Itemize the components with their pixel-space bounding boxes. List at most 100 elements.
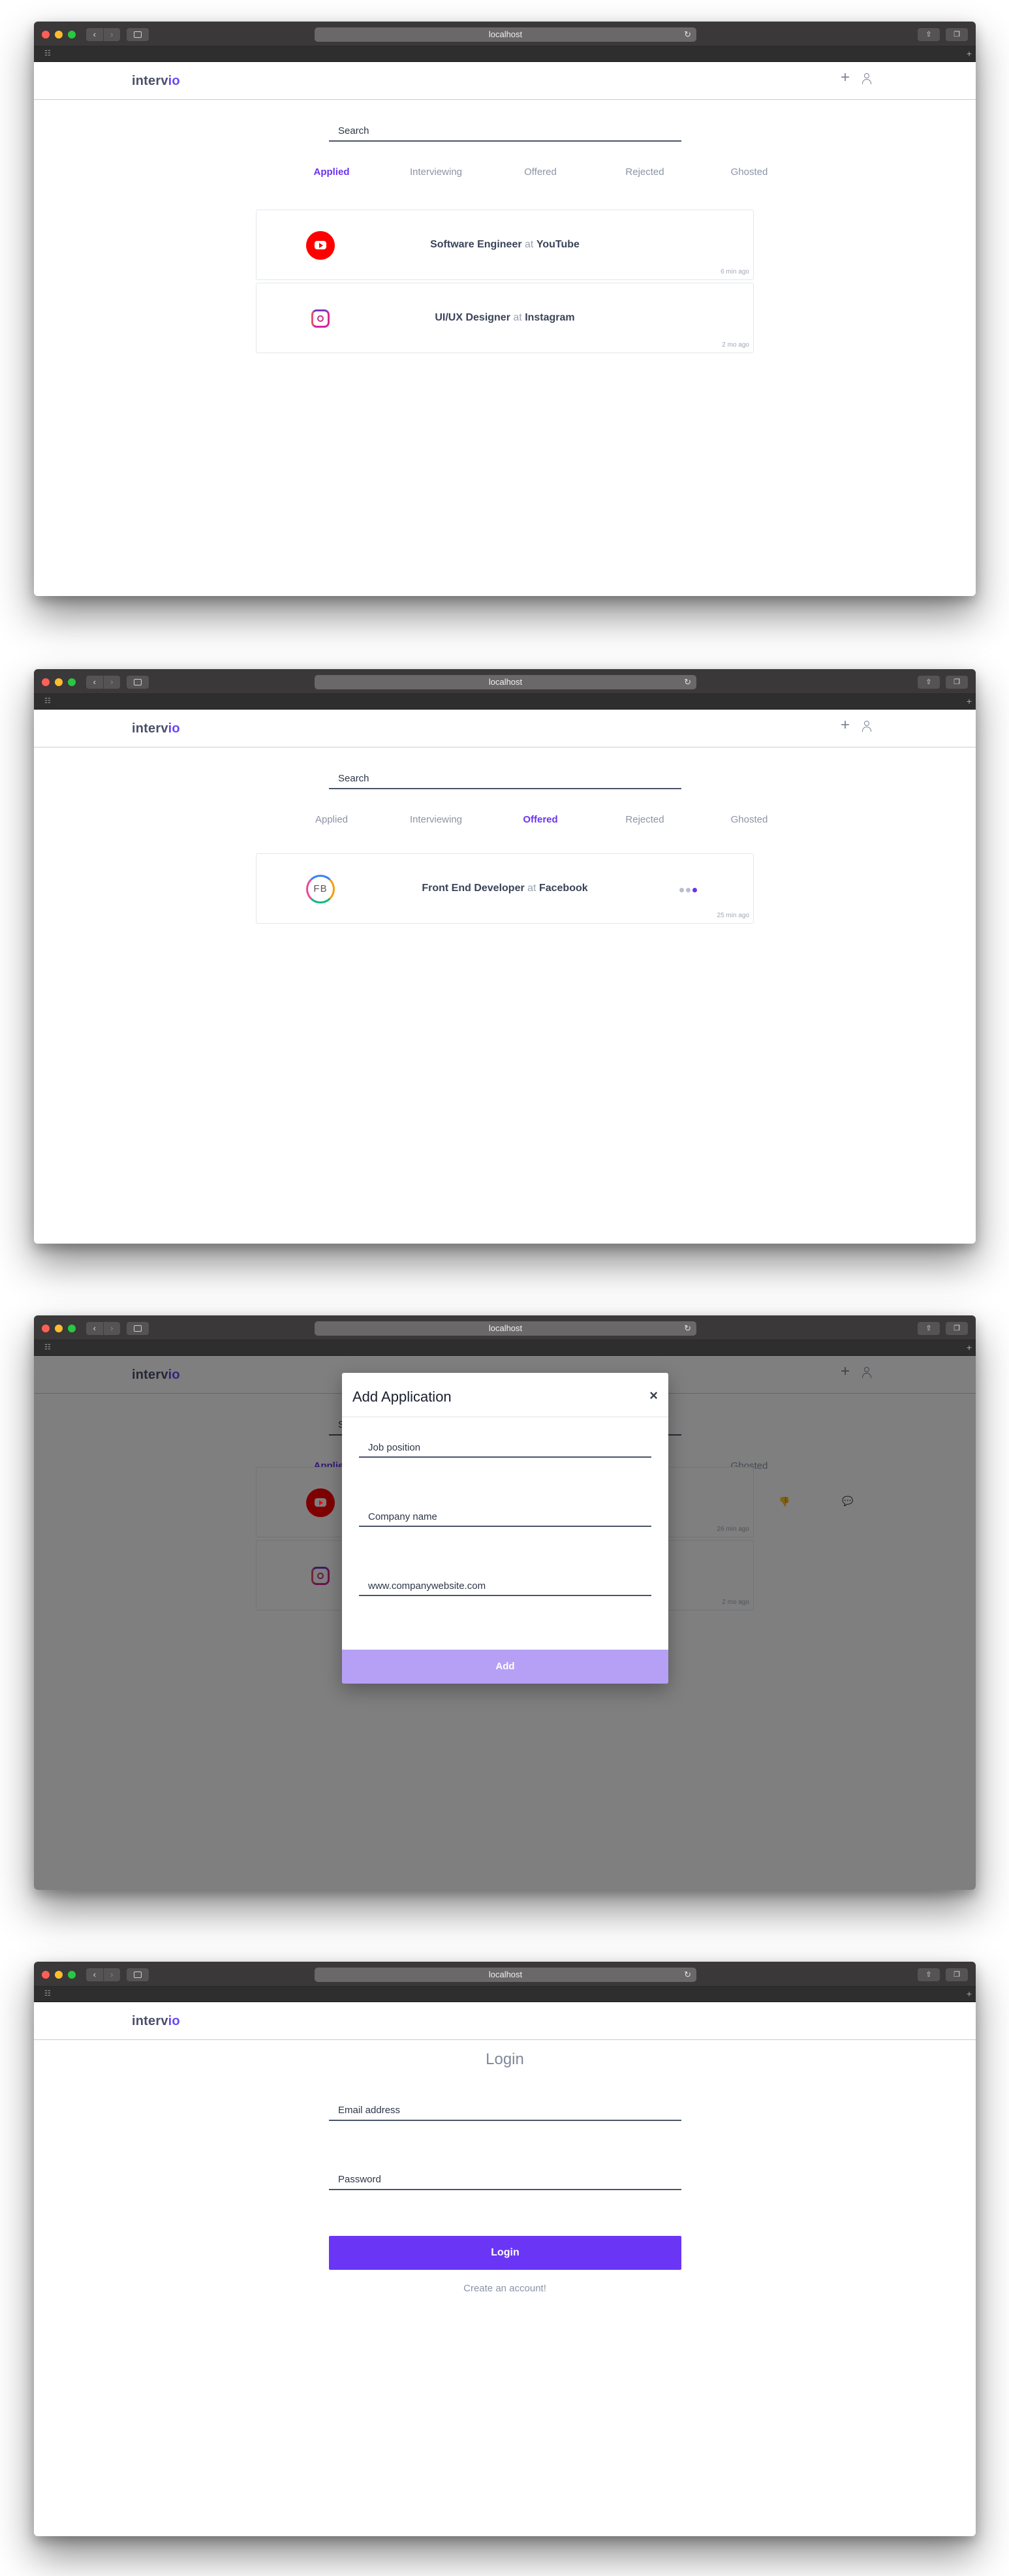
tab-applied[interactable]: Applied [279,166,384,178]
grid-icon[interactable]: ☷ [44,1990,52,1998]
browser-tabbar: ☷ + [34,1987,976,2002]
address-bar[interactable]: localhost ↻ [315,1968,696,1982]
sidebar-toggle-icon[interactable] [127,1322,149,1335]
add-application-icon[interactable]: + [841,717,850,733]
back-arrow-icon[interactable]: ‹ [86,1968,103,1981]
new-tab-icon[interactable]: + [967,1343,972,1352]
tabs-overview-icon[interactable]: ❐ [946,1968,968,1981]
user-icon[interactable] [862,73,872,85]
close-window-button[interactable] [42,678,50,686]
password-field[interactable] [329,2169,681,2190]
new-tab-icon[interactable]: + [967,1989,972,1998]
address-bar[interactable]: localhost ↻ [315,27,696,42]
browser-nav-group: ‹ › [86,28,120,41]
application-card[interactable]: UI/UX Designer at Instagram 2 mo ago [256,283,754,353]
browser-nav-group: ‹ › [86,1322,120,1335]
close-window-button[interactable] [42,31,50,39]
tabs-overview-icon[interactable]: ❐ [946,1322,968,1335]
back-arrow-icon[interactable]: ‹ [86,28,103,41]
company-name-input[interactable] [359,1507,651,1527]
zoom-window-button[interactable] [68,678,76,686]
zoom-window-button[interactable] [68,1971,76,1979]
application-card[interactable]: FB Front End Developer at Facebook 25 mi… [256,853,754,924]
share-icon[interactable]: ⇧ [918,28,940,41]
share-icon[interactable]: ⇧ [918,1322,940,1335]
back-arrow-icon[interactable]: ‹ [86,676,103,689]
company-website-input[interactable] [359,1577,651,1596]
close-window-button[interactable] [42,1971,50,1979]
minimize-window-button[interactable] [55,1325,63,1332]
minimize-window-button[interactable] [55,678,63,686]
job-position-input[interactable] [359,1438,651,1458]
forward-arrow-icon[interactable]: › [102,28,121,41]
url-text: localhost [488,1970,523,1979]
page-viewport: intervio + Applied Interviewing Offered … [34,710,976,1244]
minimize-window-button[interactable] [55,1971,63,1979]
sidebar-toggle-icon[interactable] [127,676,149,689]
app-logo[interactable]: intervio [132,721,180,736]
tab-interviewing[interactable]: Interviewing [384,166,488,178]
browser-nav-group: ‹ › [86,1968,120,1981]
user-icon[interactable] [862,721,872,732]
reload-icon[interactable]: ↻ [684,27,691,42]
tab-interviewing[interactable]: Interviewing [384,814,488,825]
login-button[interactable]: Login [329,2236,681,2270]
browser-nav-group: ‹ › [86,676,120,689]
card-title: UI/UX Designer at Instagram [256,312,753,324]
new-tab-icon[interactable]: + [967,49,972,58]
address-bar[interactable]: localhost ↻ [315,1321,696,1336]
reload-icon[interactable]: ↻ [684,1968,691,1982]
reload-icon[interactable]: ↻ [684,1321,691,1336]
browser-titlebar: ‹ › localhost ↻ ⇧ ❐ [34,1962,976,1987]
logo-accent-text: io [168,721,180,736]
card-timestamp: 2 mo ago [722,341,749,349]
browser-titlebar: ‹ › localhost ↻ ⇧ ❐ [34,669,976,694]
sidebar-toggle-icon[interactable] [127,1968,149,1981]
browser-tabbar: ☷ + [34,694,976,710]
sidebar-toggle-icon[interactable] [127,28,149,41]
share-icon[interactable]: ⇧ [918,1968,940,1981]
tab-rejected[interactable]: Rejected [593,814,697,825]
job-position: Front End Developer [422,883,525,894]
tab-ghosted[interactable]: Ghosted [697,166,801,178]
grid-icon[interactable]: ☷ [44,698,52,705]
close-window-button[interactable] [42,1325,50,1332]
forward-arrow-icon[interactable]: › [102,1968,121,1981]
reload-icon[interactable]: ↻ [684,675,691,689]
zoom-window-button[interactable] [68,31,76,39]
email-field[interactable] [329,2100,681,2121]
search-input[interactable] [329,121,681,142]
tab-applied[interactable]: Applied [279,814,384,825]
forward-arrow-icon[interactable]: › [102,1322,121,1335]
tab-ghosted[interactable]: Ghosted [697,814,801,825]
grid-icon[interactable]: ☷ [44,1344,52,1351]
tab-rejected[interactable]: Rejected [593,166,697,178]
tab-offered[interactable]: Offered [488,814,593,825]
add-application-icon[interactable]: + [841,70,850,86]
browser-tabbar: ☷ + [34,46,976,62]
browser-window-applied: ‹ › localhost ↻ ⇧ ❐ ☷ + intervio + Appli… [34,22,976,596]
tabs-overview-icon[interactable]: ❐ [946,28,968,41]
forward-arrow-icon[interactable]: › [102,676,121,689]
modal-title: Add Application [352,1389,452,1405]
close-icon[interactable]: × [649,1387,658,1404]
minimize-window-button[interactable] [55,31,63,39]
new-tab-icon[interactable]: + [967,697,972,706]
modal-header: Add Application × [342,1373,668,1417]
tabs-overview-icon[interactable]: ❐ [946,676,968,689]
address-bar[interactable]: localhost ↻ [315,675,696,689]
app-logo[interactable]: intervio [132,74,180,89]
add-application-modal: Add Application × Add [342,1373,668,1684]
application-card[interactable]: Software Engineer at YouTube 6 min ago [256,210,754,280]
tab-offered[interactable]: Offered [488,166,593,178]
share-icon[interactable]: ⇧ [918,676,940,689]
back-arrow-icon[interactable]: ‹ [86,1322,103,1335]
create-account-link[interactable]: Create an account! [34,2283,976,2294]
page-viewport: intervio + Applied Interviewing Offered … [34,62,976,596]
app-logo[interactable]: intervio [132,2014,180,2029]
grid-icon[interactable]: ☷ [44,50,52,57]
zoom-window-button[interactable] [68,1325,76,1332]
app-header: intervio + [34,62,976,100]
search-input[interactable] [329,768,681,789]
add-button[interactable]: Add [342,1650,668,1684]
